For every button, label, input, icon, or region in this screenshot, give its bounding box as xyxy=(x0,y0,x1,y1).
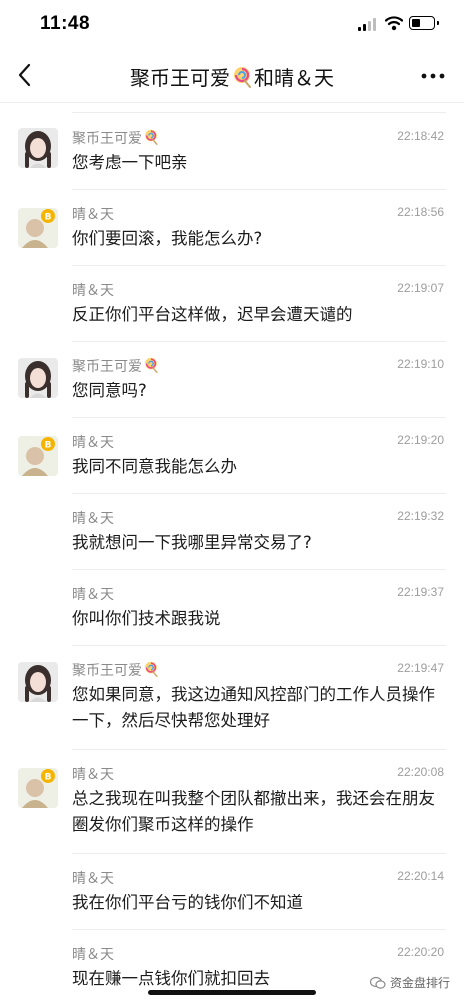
message-time: 22:19:37 xyxy=(397,585,444,599)
message-item[interactable]: 晴＆天 22:19:37 你叫你们技术跟我说 xyxy=(0,570,464,646)
sender-name: 晴＆天 xyxy=(72,435,114,451)
sender-name: 晴＆天 xyxy=(72,511,114,527)
sender-name: 晴＆天 xyxy=(72,767,114,783)
message-time: 22:20:08 xyxy=(397,765,444,779)
sender-name: 聚币王可爱 xyxy=(72,660,160,680)
message-time: 22:18:56 xyxy=(397,205,444,219)
message-time: 22:19:20 xyxy=(397,433,444,447)
message-text[interactable]: 你叫你们技术跟我说 xyxy=(72,606,442,632)
message-text[interactable]: 我在你们平台亏的钱你们不知道 xyxy=(72,890,442,916)
avatar-girl[interactable] xyxy=(18,128,58,168)
avatar-girl[interactable] xyxy=(18,662,58,702)
message-time: 22:20:20 xyxy=(397,945,444,959)
sender-name: 晴＆天 xyxy=(72,207,114,223)
message-item[interactable]: B 晴＆天 22:20:08 总之我现在叫我整个团队都撤出来，我还会在朋友圈发你… xyxy=(0,750,464,854)
title-name-suffix: 和晴＆天 xyxy=(254,66,334,90)
message-time: 22:19:07 xyxy=(397,281,444,295)
message-text[interactable]: 我就想问一下我哪里异常交易了? xyxy=(72,530,442,556)
message-time: 22:19:10 xyxy=(397,357,444,371)
avatar-user[interactable]: B xyxy=(18,768,58,808)
message-time: 22:19:47 xyxy=(397,661,444,675)
status-bar: 11:48 xyxy=(0,0,464,50)
svg-text:B: B xyxy=(45,213,52,223)
lollipop-emoji-icon xyxy=(145,129,158,145)
message-text[interactable]: 你们要回滚，我能怎么办? xyxy=(72,226,442,252)
lollipop-emoji-icon xyxy=(145,661,158,677)
wechat-icon xyxy=(369,976,386,989)
message-item[interactable]: 聚币王可爱 22:19:10 您同意吗? xyxy=(0,342,464,418)
message-item[interactable]: 聚币王可爱 22:18:42 您考虑一下吧亲 xyxy=(0,114,464,190)
message-item[interactable]: 晴＆天 22:20:14 我在你们平台亏的钱你们不知道 xyxy=(0,854,464,930)
message-text[interactable]: 我同不同意我能怎么办 xyxy=(72,454,442,480)
svg-text:B: B xyxy=(45,773,52,783)
status-time: 11:48 xyxy=(40,13,91,34)
chat-title: 聚币王可爱 和晴＆天 xyxy=(60,62,404,91)
message-item[interactable]: 晴＆天 22:19:07 反正你们平台这样做，迟早会遭天谴的 xyxy=(0,266,464,342)
message-text[interactable]: 反正你们平台这样做，迟早会遭天谴的 xyxy=(72,302,442,328)
signal-icon xyxy=(358,17,378,31)
message-time: 22:19:32 xyxy=(397,509,444,523)
message-text[interactable]: 您同意吗? xyxy=(72,378,442,404)
message-item[interactable]: 聚币王可爱 22:19:47 您如果同意，我这边通知风控部门的工作人员操作一下，… xyxy=(0,646,464,750)
message-time: 22:20:14 xyxy=(397,869,444,883)
sender-name: 晴＆天 xyxy=(72,283,114,299)
lollipop-emoji-icon xyxy=(145,357,158,373)
message-item[interactable]: B 晴＆天 22:19:20 我同不同意我能怎么办 xyxy=(0,418,464,494)
home-indicator[interactable] xyxy=(148,990,316,995)
nav-bar: 聚币王可爱 和晴＆天 xyxy=(0,50,464,103)
message-item[interactable]: 晴＆天 22:19:32 我就想问一下我哪里异常交易了? xyxy=(0,494,464,570)
wifi-icon xyxy=(385,16,403,31)
avatar-user[interactable]: B xyxy=(18,436,58,476)
watermark: 资金盘排行 xyxy=(369,974,450,991)
sender-name: 晴＆天 xyxy=(72,587,114,603)
top-divider xyxy=(72,112,446,113)
svg-text:B: B xyxy=(45,441,52,451)
sender-name: 聚币王可爱 xyxy=(72,128,160,148)
message-text[interactable]: 总之我现在叫我整个团队都撤出来，我还会在朋友圈发你们聚币这样的操作 xyxy=(72,786,442,838)
message-text[interactable]: 您考虑一下吧亲 xyxy=(72,150,442,176)
sender-name: 聚币王可爱 xyxy=(72,356,160,376)
more-options-icon[interactable] xyxy=(420,66,446,86)
avatar-user[interactable]: B xyxy=(18,208,58,248)
sender-name: 晴＆天 xyxy=(72,947,114,963)
message-time: 22:18:42 xyxy=(397,129,444,143)
message-item[interactable]: B 晴＆天 22:18:56 你们要回滚，我能怎么办? xyxy=(0,190,464,266)
sender-name: 晴＆天 xyxy=(72,871,114,887)
watermark-text: 资金盘排行 xyxy=(389,976,450,990)
lollipop-emoji-icon xyxy=(234,67,251,88)
back-arrow-icon[interactable] xyxy=(14,62,36,88)
battery-icon xyxy=(409,16,439,30)
message-text[interactable]: 您如果同意，我这边通知风控部门的工作人员操作一下，然后尽快帮您处理好 xyxy=(72,682,442,734)
avatar-girl[interactable] xyxy=(18,358,58,398)
title-name-prefix: 聚币王可爱 xyxy=(130,66,230,90)
